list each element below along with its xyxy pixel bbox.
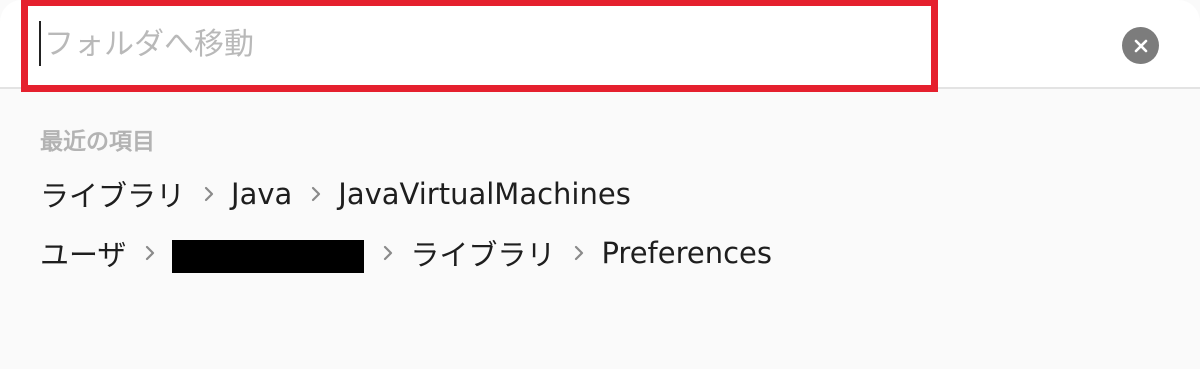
path-segment: JavaVirtualMachines xyxy=(338,177,631,211)
close-icon xyxy=(1134,39,1147,52)
chevron-right-icon xyxy=(312,186,321,202)
redacted-username xyxy=(172,239,365,273)
path-segment: ユーザ xyxy=(40,238,127,272)
path-segment: ライブラリ xyxy=(410,238,556,272)
chevron-right-icon xyxy=(146,245,155,261)
path-segment: ライブラリ xyxy=(40,179,186,213)
go-to-folder-panel: 最近の項目 ライブラリ Java JavaVirtualMachines ユーザ… xyxy=(0,0,1200,369)
recent-path-row[interactable]: ユーザ ライブラリ Preferences xyxy=(40,231,772,275)
recent-path-row[interactable]: ライブラリ Java JavaVirtualMachines xyxy=(40,172,631,216)
highlight-annotation xyxy=(21,0,938,92)
path-segment: Java xyxy=(231,177,293,211)
chevron-right-icon xyxy=(575,245,584,261)
path-segment: Preferences xyxy=(601,236,772,270)
clear-button[interactable] xyxy=(1122,27,1159,64)
recent-items-title: 最近の項目 xyxy=(40,129,155,155)
chevron-right-icon xyxy=(204,186,214,202)
chevron-right-icon xyxy=(384,245,393,261)
